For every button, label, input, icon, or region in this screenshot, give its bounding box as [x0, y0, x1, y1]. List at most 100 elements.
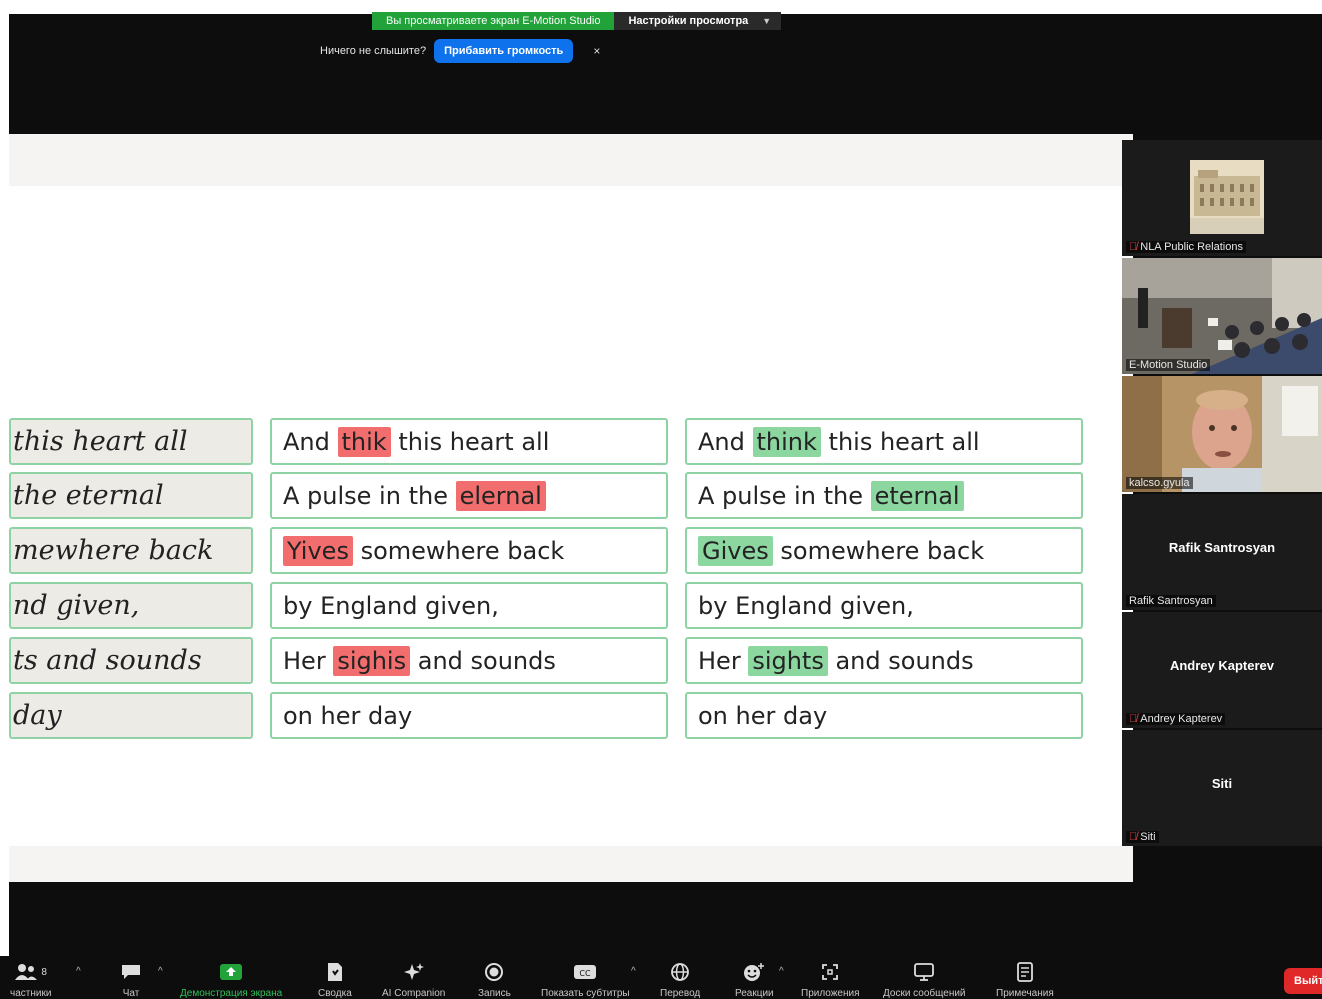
line-text: and sounds: [827, 646, 974, 675]
participants-gallery: 🎙̸NLA Public Relations E-Motion Studio: [1122, 140, 1322, 850]
participant-tile[interactable]: Siti 🎙̸ Siti: [1122, 730, 1322, 846]
participant-display-name: Siti: [1211, 776, 1233, 791]
error-word: sighis: [333, 645, 411, 676]
participant-tile[interactable]: kalcso.gyula: [1122, 376, 1322, 492]
mic-muted-icon: 🎙̸: [1129, 831, 1138, 843]
handwritten-text: this heart all: [13, 426, 188, 457]
participants-count: 8: [41, 966, 47, 978]
line-text: Her: [698, 646, 749, 675]
slide: this heart all the eternal mewhere back nd …: [9, 186, 1133, 846]
error-line: A pulse in the elernal: [270, 472, 668, 519]
increase-volume-button[interactable]: Прибавить громкость: [434, 39, 574, 63]
error-line: by England given,: [270, 582, 668, 629]
chevron-up-icon[interactable]: ^: [779, 966, 784, 977]
record-icon: [484, 960, 504, 984]
audio-prompt: Ничего не слышите? Прибавить громкость ×: [320, 38, 600, 64]
participant-tile[interactable]: Rafik Santrosyan Rafik Santrosyan: [1122, 494, 1322, 610]
apps-icon: [820, 960, 840, 984]
ai-companion-button[interactable]: AI Companion: [382, 960, 445, 999]
notes-label: Примечания: [996, 988, 1054, 999]
record-button[interactable]: Запись: [478, 960, 511, 999]
apps-button[interactable]: Приложения: [801, 960, 860, 999]
line-text: on her day: [283, 701, 413, 730]
participant-name-tag: E-Motion Studio: [1126, 359, 1211, 371]
correction-line: And think this heart all: [685, 418, 1083, 465]
cc-icon: CC: [573, 960, 597, 984]
shared-screen: this heart all the eternal mewhere back nd …: [9, 134, 1133, 882]
corrected-word: eternal: [870, 480, 964, 511]
meeting-toolbar: 8 частники ^ Чат ^ Демонстрация экрана С…: [0, 956, 1322, 999]
participant-display-name: Andrey Kapterev: [1169, 658, 1275, 673]
participant-name: Rafik Santrosyan: [1129, 595, 1213, 607]
participant-tile[interactable]: 🎙̸ NLA Public Relations: [1122, 140, 1322, 256]
handwritten-text: the eternal: [13, 480, 164, 511]
ai-companion-label: AI Companion: [382, 988, 446, 999]
mic-muted-icon: 🎙̸: [1129, 241, 1138, 253]
participant-display-name: Rafik Santrosyan: [1168, 540, 1276, 555]
line-text: by England given,: [283, 591, 499, 620]
building-photo: [1122, 140, 1322, 256]
error-word: thik: [337, 426, 391, 457]
handwritten-line: day: [9, 692, 253, 739]
handwritten-line: the eternal: [9, 472, 253, 519]
close-icon[interactable]: ×: [593, 44, 600, 58]
chevron-up-icon[interactable]: ^: [158, 966, 163, 977]
share-screen-label: Демонстрация экрана: [180, 988, 283, 999]
handwritten-line: ts and sounds: [9, 637, 253, 684]
handwritten-text: mewhere back: [13, 535, 214, 566]
chat-button[interactable]: Чат: [120, 960, 142, 999]
handwritten-line: nd given,: [9, 582, 253, 629]
participant-tile[interactable]: E-Motion Studio: [1122, 258, 1322, 374]
line-text: Her: [283, 646, 334, 675]
chevron-down-icon: ▼: [762, 16, 772, 26]
line-text: somewhere back: [352, 536, 565, 565]
summary-button[interactable]: Сводка: [318, 960, 352, 999]
people-icon: 8: [14, 960, 47, 984]
participant-tile[interactable]: Andrey Kapterev 🎙̸ Andrey Kapterev: [1122, 612, 1322, 728]
handwritten-line: this heart all: [9, 418, 253, 465]
participant-name: NLA Public Relations: [1140, 241, 1243, 253]
share-screen-icon: [219, 960, 243, 984]
whiteboards-label: Доски сообщений: [883, 988, 966, 999]
chat-icon: [120, 960, 142, 984]
leave-button[interactable]: Выйт: [1284, 968, 1322, 994]
share-banner: Вы просматриваете экран E-Motion Studio …: [372, 12, 782, 30]
share-screen-button[interactable]: Демонстрация экрана: [180, 960, 282, 999]
correction-line: by England given,: [685, 582, 1083, 629]
handwritten-text: ts and sounds: [13, 645, 202, 676]
chevron-up-icon[interactable]: ^: [631, 966, 636, 977]
mic-muted-icon: 🎙̸: [1129, 713, 1138, 725]
participant-name-tag: kalcso.gyula: [1126, 477, 1193, 489]
view-options-label: Настройки просмотра: [628, 15, 749, 27]
translate-button[interactable]: Перевод: [660, 960, 700, 999]
corrected-word: sights: [748, 645, 828, 676]
chevron-up-icon[interactable]: ^: [76, 966, 81, 977]
participants-button[interactable]: 8 частники: [10, 960, 51, 999]
line-text: A pulse in the: [698, 481, 871, 510]
corrected-word: Gives: [698, 535, 773, 566]
error-word: Yives: [283, 535, 353, 566]
line-text: this heart all: [390, 427, 550, 456]
error-word: elernal: [455, 480, 546, 511]
summary-icon: [326, 960, 344, 984]
whiteboards-button[interactable]: Доски сообщений: [883, 960, 966, 999]
reactions-button[interactable]: Реакции: [735, 960, 774, 999]
handwritten-line: mewhere back: [9, 527, 253, 574]
apps-label: Приложения: [801, 988, 860, 999]
participant-name-tag: Rafik Santrosyan: [1126, 595, 1216, 607]
reactions-label: Реакции: [735, 988, 774, 999]
captions-label: Показать субтитры: [541, 988, 630, 999]
view-options-button[interactable]: Настройки просмотра ▼: [614, 12, 782, 30]
error-line: Her sighis and sounds: [270, 637, 668, 684]
line-text: And: [698, 427, 753, 456]
error-line: And thik this heart all: [270, 418, 668, 465]
notes-icon: [1016, 960, 1034, 984]
error-line: Yives somewhere back: [270, 527, 668, 574]
whiteboard-icon: [913, 960, 935, 984]
correction-line: on her day: [685, 692, 1083, 739]
line-text: somewhere back: [772, 536, 985, 565]
line-text: And: [283, 427, 338, 456]
captions-button[interactable]: CC Показать субтитры: [541, 960, 630, 999]
participants-label: частники: [10, 988, 52, 999]
notes-button[interactable]: Примечания: [996, 960, 1054, 999]
